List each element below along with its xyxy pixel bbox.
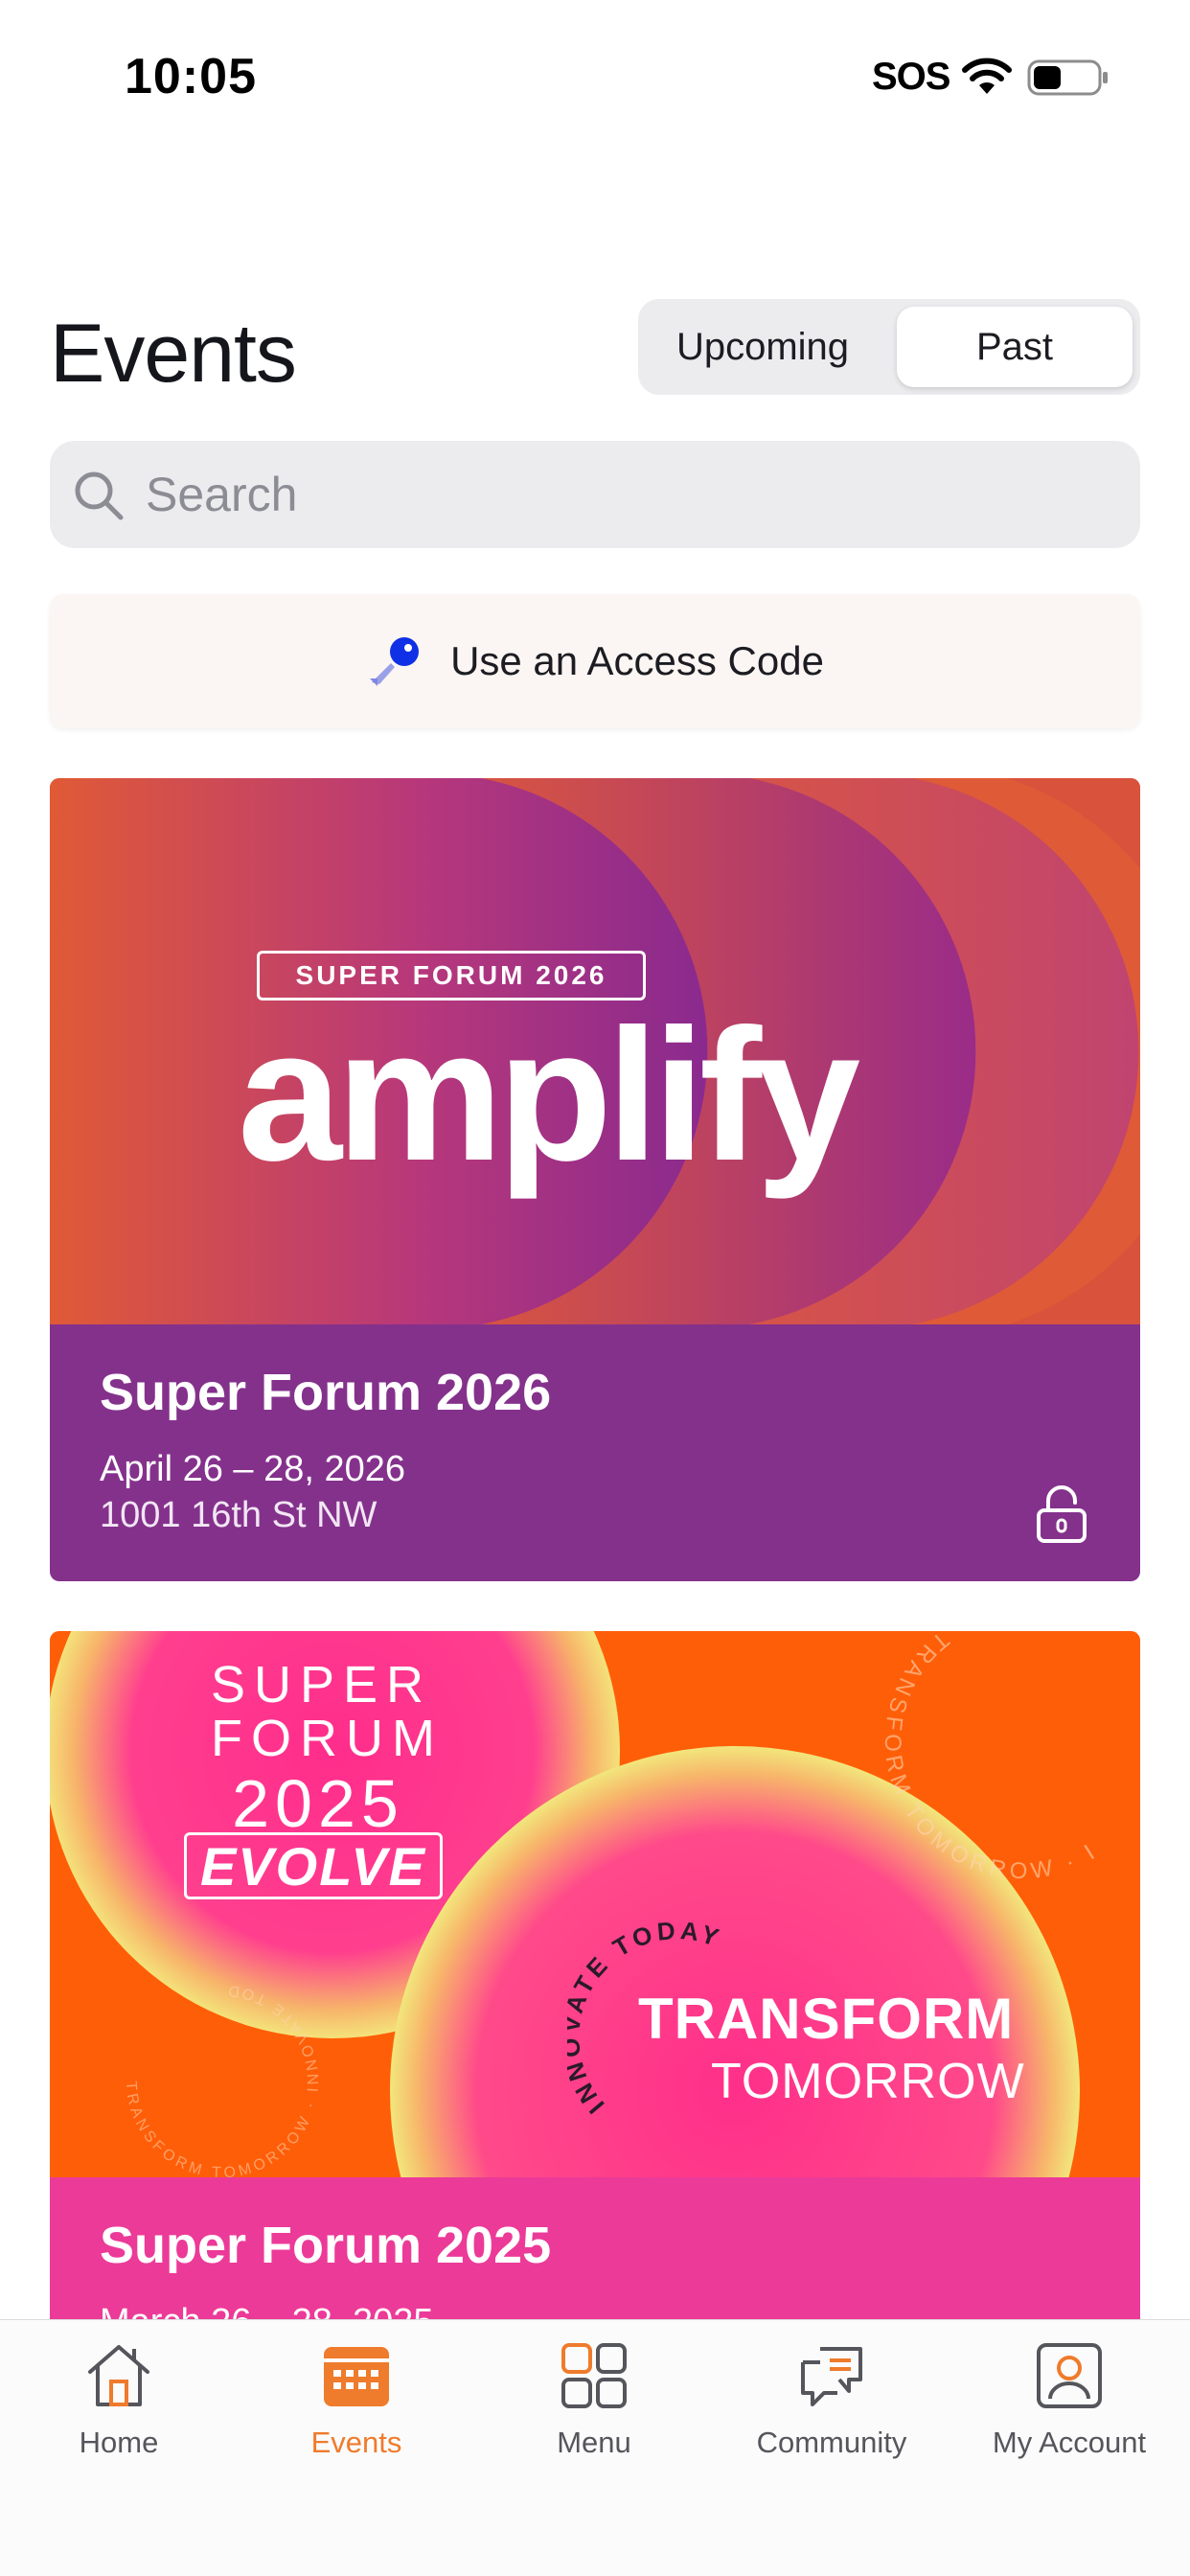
banner-title-line: SUPER FORUM [211,1656,444,1767]
search-bar [50,441,1140,548]
tab-label: Events [310,2426,402,2459]
tab-my-account[interactable]: My Account [950,2339,1188,2493]
event-banner: SUPER FORUM 2025 EVOLVE INNOVATE TODAY T… [50,1631,1140,2177]
banner-ring-text: TRANSFORM TOMORROW · INNOVATE TODAY · [107,1947,322,2177]
page-title: Events [50,308,297,400]
event-name: Super Forum 2025 [100,2217,552,2274]
event-card[interactable]: SUPER FORUM 2026 amplify Super Forum 202… [50,778,1140,1581]
svg-text:TRANSFORM TOMORROW · INNOVATE: TRANSFORM TOMORROW · INNOVATE TODAY · [107,1947,322,2177]
status-time: 10:05 [125,49,257,104]
account-icon [1037,2343,1102,2408]
calendar-icon [324,2347,389,2406]
tab-bar: Home Events Menu Community My Account [0,2319,1190,2576]
tab-label: Community [756,2426,907,2459]
tab-label: Menu [557,2426,631,2459]
banner-theme: EVOLVE [184,1832,443,1899]
banner-tagline-sub: TOMORROW [711,2054,1025,2109]
home-icon [88,2345,149,2406]
event-card[interactable]: SUPER FORUM 2025 EVOLVE INNOVATE TODAY T… [50,1631,1140,2359]
battery-icon [1027,59,1108,96]
unlock-icon [1037,1485,1087,1543]
access-code-button[interactable]: Use an Access Code [50,594,1140,728]
sos-indicator: SOS [872,56,950,98]
search-input[interactable] [146,441,1104,548]
tab-community[interactable]: Community [713,2339,950,2493]
event-location: 1001 16th St NW [100,1495,378,1535]
tab-menu[interactable]: Menu [475,2339,713,2493]
event-dates: April 26 – 28, 2026 [100,1449,406,1489]
access-code-label: Use an Access Code [450,638,824,683]
chat-icon [801,2347,862,2406]
tab-label: My Account [992,2426,1147,2459]
grid-icon [561,2343,627,2408]
svg-text:TRANSFORM TOMORROW · INNOVATE: TRANSFORM TOMORROW · INNOVATE TODAY · [816,1631,1103,1880]
segment-past[interactable]: Past [897,307,1133,387]
banner-year: 2025 [232,1766,404,1841]
banner-tagline-main: TRANSFORM [638,1987,1015,2051]
tab-home[interactable]: Home [0,2339,238,2493]
tab-label: Home [79,2426,159,2459]
segment-upcoming[interactable]: Upcoming [646,307,880,387]
key-icon [370,637,420,686]
event-info: Super Forum 2026 April 26 – 28, 2026 100… [50,1324,1140,1581]
wifi-icon [962,58,1012,94]
event-name: Super Forum 2026 [100,1364,552,1421]
tab-events[interactable]: Events [238,2339,475,2493]
search-icon [75,472,124,520]
event-banner: SUPER FORUM 2026 amplify [50,778,1140,1324]
banner-ring-text: TRANSFORM TOMORROW · INNOVATE TODAY · [816,1631,1103,1880]
status-bar: 10:05 SOS [0,0,1190,153]
banner-headline: amplify [238,990,860,1200]
events-filter-segmented-control: Upcoming Past [638,299,1140,395]
